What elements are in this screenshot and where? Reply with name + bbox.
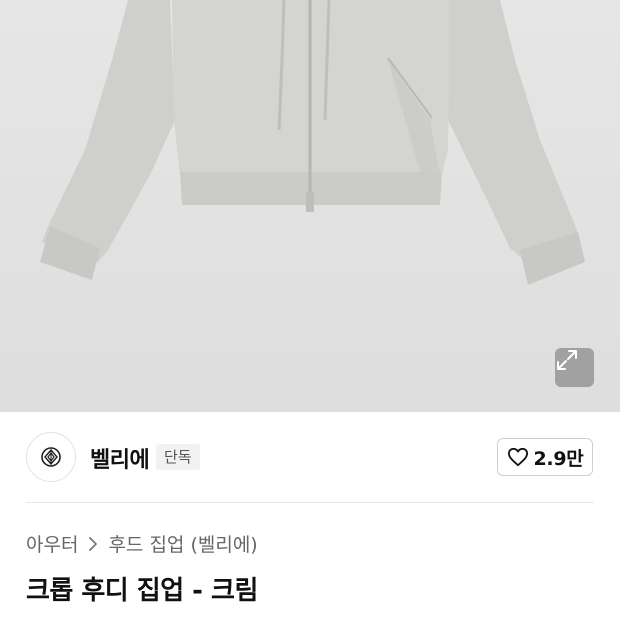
brand-logo[interactable] <box>26 432 76 482</box>
heart-outline-icon <box>507 447 528 467</box>
brand-row: 벨리에 단독 2.9만 <box>0 412 620 502</box>
product-image[interactable] <box>0 0 620 412</box>
brand-name[interactable]: 벨리에 <box>90 442 150 474</box>
expand-arrows-icon <box>557 350 577 370</box>
brand-logo-icon <box>41 447 61 467</box>
hoodie-image <box>0 0 620 412</box>
breadcrumb: 아우터 후드 집업 (벨리에) <box>26 530 258 557</box>
product-title: 크롭 후디 집업 - 크림 <box>26 576 258 606</box>
like-button[interactable]: 2.9만 <box>497 438 593 476</box>
breadcrumb-item-hood-zipup[interactable]: 후드 집업 (벨리에) <box>108 530 257 557</box>
chevron-right-icon <box>88 536 98 552</box>
like-count: 2.9만 <box>533 447 584 470</box>
expand-image-button[interactable] <box>555 348 594 387</box>
breadcrumb-item-outer[interactable]: 아우터 <box>26 530 78 557</box>
divider <box>26 502 594 503</box>
exclusive-badge: 단독 <box>156 444 200 470</box>
